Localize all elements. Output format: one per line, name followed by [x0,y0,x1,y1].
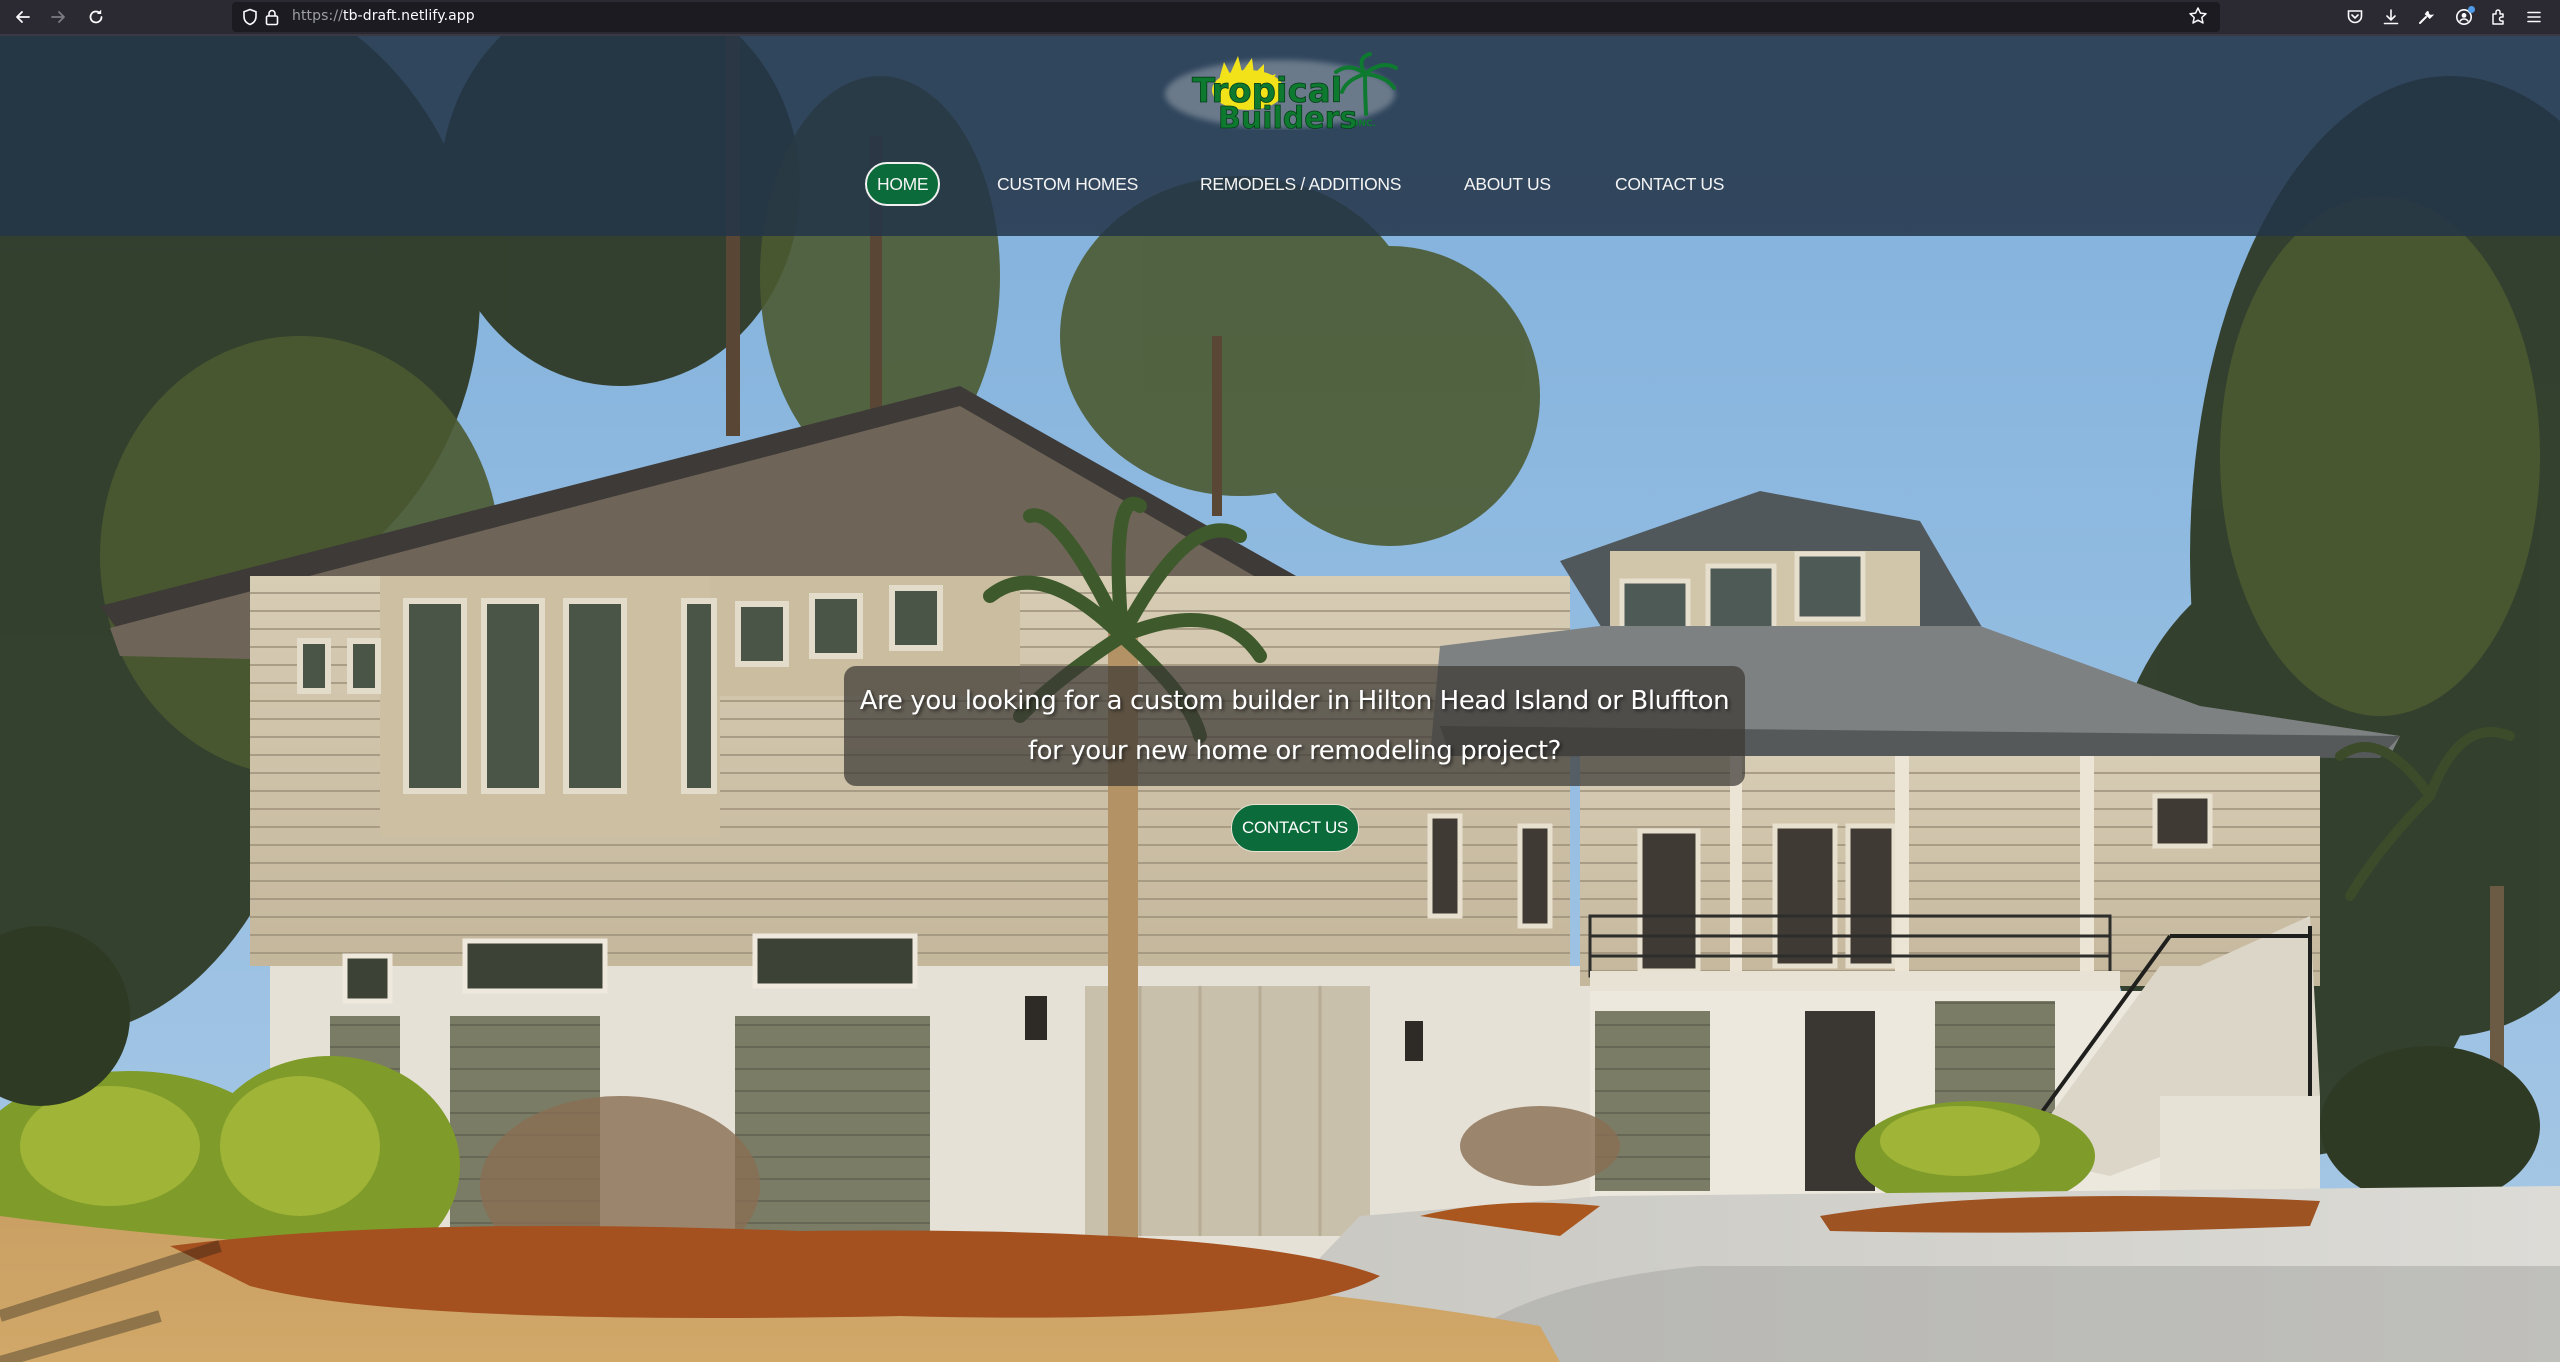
notification-dot [2468,6,2475,13]
lock-icon[interactable] [262,7,282,27]
pocket-button[interactable] [2342,4,2368,30]
account-button[interactable] [2451,4,2477,30]
forward-button[interactable] [44,4,72,30]
main-nav: HOME CUSTOM HOMES REMODELS / ADDITIONS A… [0,162,2560,206]
logo-text-builders: Builders [1218,101,1357,130]
extensions-button[interactable] [2486,4,2512,30]
wrench-icon [2419,10,2435,24]
nav-remodels-additions[interactable]: REMODELS / ADDITIONS [1200,162,1401,206]
hero-headline-line-1: Are you looking for a custom builder in … [859,686,1730,716]
reload-icon [89,9,103,24]
hero-message-box: Are you looking for a custom builder in … [844,666,1745,786]
address-bar[interactable]: https://tb-draft.netlify.app [232,2,2220,32]
forward-arrow-icon [51,11,65,23]
hero-contact-us-button[interactable]: CONTACT US [1231,804,1359,852]
devtools-button[interactable] [2413,4,2439,30]
download-icon [2383,9,2399,25]
star-icon [2189,7,2207,24]
nav-custom-homes[interactable]: CUSTOM HOMES [997,162,1138,206]
hero-headline-line-2: for your new home or remodeling project? [1027,736,1562,766]
extensions-icon [2492,9,2504,25]
app-menu-button[interactable] [2521,4,2547,30]
downloads-button[interactable] [2378,4,2404,30]
back-button[interactable] [9,4,37,30]
pocket-icon [2347,10,2363,24]
back-arrow-icon [16,11,30,23]
reload-button[interactable] [82,4,110,30]
tropical-builders-logo: Tropical Builders INC. [1165,52,1398,136]
nav-about-us[interactable]: ABOUT US [1464,162,1551,206]
site-header: Tropical Builders INC. HOME CUSTOM HOMES… [0,36,2560,236]
shield-icon[interactable] [240,7,260,27]
browser-toolbar: https://tb-draft.netlify.app [0,0,2560,36]
url-text[interactable]: https://tb-draft.netlify.app [292,8,475,24]
menu-icon [2527,11,2541,23]
bookmark-button[interactable] [2188,6,2208,31]
site-logo[interactable]: Tropical Builders INC. [1160,44,1400,136]
nav-contact-us[interactable]: CONTACT US [1615,162,1724,206]
web-page: Tropical Builders INC. HOME CUSTOM HOMES… [0,36,2560,1362]
nav-home[interactable]: HOME [865,162,941,206]
logo-text-inc: INC. [1355,119,1376,129]
